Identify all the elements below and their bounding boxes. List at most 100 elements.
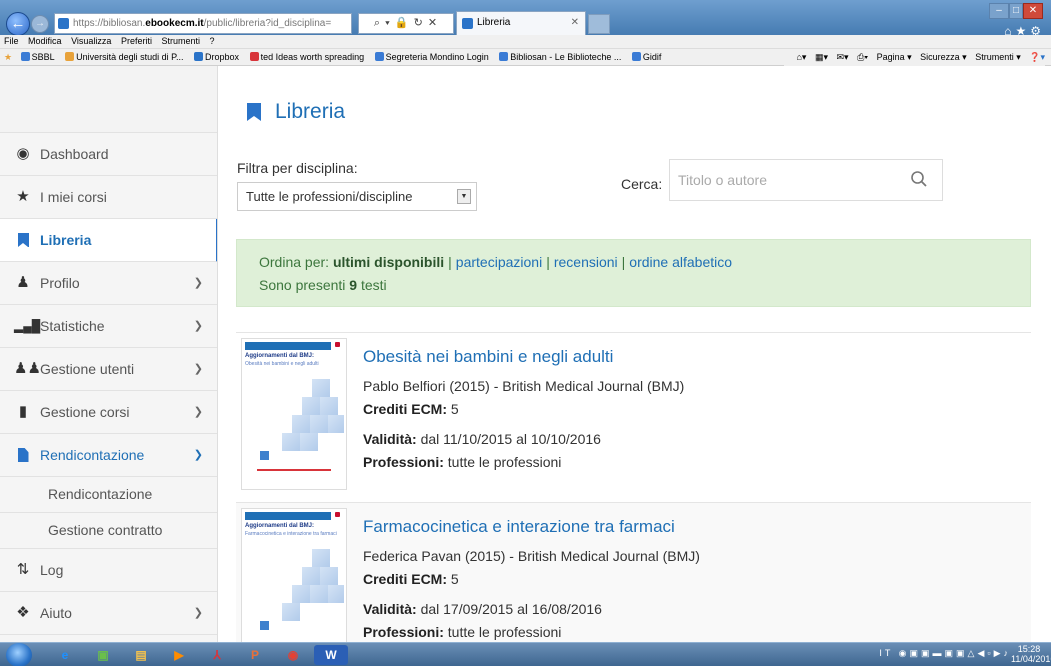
count-prefix: Sono presenti xyxy=(259,277,346,293)
sort-option-selected[interactable]: ultimi disponibili xyxy=(333,254,444,270)
cover-header: Aggiornamenti dal BMJ: xyxy=(245,523,315,529)
sidebar-item-gestione-utenti[interactable]: ♟♟ Gestione utenti ❯ xyxy=(0,348,217,391)
cmd-pagina[interactable]: Pagina ▾ xyxy=(877,52,912,62)
sidebar-item-aiuto[interactable]: ❖ Aiuto ❯ xyxy=(0,592,217,635)
sidebar-item-gestione-corsi[interactable]: ▮ Gestione corsi ❯ xyxy=(0,391,217,434)
sidebar-item-label: Gestione utenti xyxy=(40,361,135,377)
book-professions: Professioni: tutte le professioni xyxy=(363,454,561,470)
help-icon[interactable]: ❓▾ xyxy=(1029,52,1045,62)
sidebar-item-log[interactable]: ⇅ Log xyxy=(0,549,217,592)
sidebar-item-libreria[interactable]: Libreria xyxy=(0,219,217,262)
menu-visualizza[interactable]: Visualizza xyxy=(71,36,111,46)
fav-item[interactable]: Università degli studi di P... xyxy=(65,52,184,62)
fav-label: Università degli studi di P... xyxy=(76,52,184,62)
dropbox-icon xyxy=(194,52,204,61)
menu-preferiti[interactable]: Preferiti xyxy=(121,36,152,46)
tray-language[interactable]: IT xyxy=(879,648,893,658)
book-validity: Validità: dal 11/10/2015 al 10/10/2016 xyxy=(363,431,601,447)
fav-icon xyxy=(65,52,75,61)
menu-strumenti[interactable]: Strumenti xyxy=(161,36,200,46)
system-tray[interactable]: IT ◉▣▣▬▣▣△◀▫▶♪ xyxy=(879,648,1011,659)
discipline-select[interactable]: Tutte le professioni/discipline ▼ xyxy=(237,182,477,211)
back-button[interactable]: ← xyxy=(6,12,30,36)
page-title: Libreria xyxy=(245,100,345,124)
book-title-link[interactable]: Obesità nei bambini e negli adulti xyxy=(363,347,613,367)
address-bar[interactable]: https://bibliosan.ebookecm.it/public/lib… xyxy=(54,13,352,34)
maximize-button[interactable]: □ xyxy=(1009,3,1023,19)
menu-modifica[interactable]: Modifica xyxy=(28,36,62,46)
media-player-icon[interactable]: ▶ xyxy=(162,645,196,665)
print-icon[interactable]: ⎙▾ xyxy=(857,52,868,62)
tab-close-icon[interactable]: ✕ xyxy=(571,12,579,34)
chevron-down-icon: ❯ xyxy=(193,320,203,332)
sidebar-subitem-rendicontazione[interactable]: Rendicontazione xyxy=(0,477,217,513)
fav-item[interactable]: SBBL xyxy=(20,52,55,62)
sidebar-item-profilo[interactable]: ♟ Profilo ❯ xyxy=(0,262,217,305)
fav-label: SBBL xyxy=(31,52,55,62)
sidebar-item-dashboard[interactable]: ◉ Dashboard xyxy=(0,133,217,176)
fav-item[interactable]: ted Ideas worth spreading xyxy=(249,52,365,62)
bar-chart-icon: ▂▄█ xyxy=(14,319,41,333)
book-cover[interactable]: Aggiornamenti dal BMJ: Obesità nei bambi… xyxy=(241,338,347,490)
sort-option-partecipazioni[interactable]: partecipazioni xyxy=(456,254,542,270)
word-icon[interactable]: W xyxy=(314,645,348,665)
sidebar-item-rendicontazione[interactable]: Rendicontazione ❯ xyxy=(0,434,217,477)
search-input[interactable] xyxy=(678,170,898,190)
sort-option-recensioni[interactable]: recensioni xyxy=(554,254,618,270)
professions-value: tutte le professioni xyxy=(447,624,562,640)
cmd-sicurezza[interactable]: Sicurezza ▾ xyxy=(920,52,967,62)
sidebar-item-label: I miei corsi xyxy=(40,189,107,205)
sidebar-item-statistiche[interactable]: ▂▄█ Statistiche ❯ xyxy=(0,305,217,348)
mail-icon[interactable]: ✉▾ xyxy=(837,52,849,62)
sidebar-subitem-gestione-contratto[interactable]: Gestione contratto xyxy=(0,513,217,549)
cmd-strumenti[interactable]: Strumenti ▾ xyxy=(975,52,1021,62)
fav-item[interactable]: Dropbox xyxy=(194,52,239,62)
book-title-link[interactable]: Farmacocinetica e interazione tra farmac… xyxy=(363,517,675,537)
sidebar-item-miei-corsi[interactable]: ★ I miei corsi xyxy=(0,176,217,219)
menu-file[interactable]: File xyxy=(4,36,19,46)
acrobat-icon[interactable]: ⅄ xyxy=(200,645,234,665)
page-title-text: Libreria xyxy=(275,100,346,123)
home-page-icon[interactable]: ⌂▾ xyxy=(796,52,806,62)
address-tools[interactable]: ⌕ ▾ 🔒 ↻ ✕ xyxy=(358,13,454,34)
site-favicon-icon xyxy=(58,18,69,29)
book-professions: Professioni: tutte le professioni xyxy=(363,624,561,640)
fav-label: Dropbox xyxy=(205,52,240,62)
book-author: Pablo Belfiori (2015) - British Medical … xyxy=(363,378,685,394)
fav-item[interactable]: Bibliosan - Le Biblioteche ... xyxy=(499,52,621,62)
forward-button[interactable]: → xyxy=(31,15,49,33)
powerpoint-icon[interactable]: P xyxy=(238,645,272,665)
professions-label: Professioni: xyxy=(363,624,444,640)
tab-libreria[interactable]: Libreria ✕ xyxy=(456,11,586,35)
fav-label: ted Ideas worth spreading xyxy=(260,52,365,62)
window-close-button[interactable]: ✕ xyxy=(1023,3,1043,19)
clock[interactable]: 15:28 11/04/2016 xyxy=(1011,644,1051,664)
sort-prefix: Ordina per: xyxy=(259,254,330,270)
sidebar-item-label: Statistiche xyxy=(40,318,105,334)
book-cover[interactable]: Aggiornamenti dal BMJ: Farmacocinetica e… xyxy=(241,508,347,642)
sidebar-item-label: Gestione corsi xyxy=(40,404,130,420)
book-credits: Crediti ECM: 5 xyxy=(363,401,459,417)
dropdown-arrow-icon[interactable]: ▼ xyxy=(457,189,471,204)
new-tab-button[interactable] xyxy=(588,14,610,34)
ie-icon[interactable]: e xyxy=(48,645,82,665)
fav-item[interactable]: Segreteria Mondino Login xyxy=(374,52,489,62)
menu-help[interactable]: ? xyxy=(210,36,215,46)
command-bar: ⌂▾ ▦▾ ✉▾ ⎙▾ Pagina ▾ Sicurezza ▾ Strumen… xyxy=(784,49,1045,66)
fav-icon xyxy=(499,52,509,61)
explorer-icon[interactable]: ▤ xyxy=(124,645,158,665)
chevron-down-icon: ❯ xyxy=(193,607,203,619)
minimize-button[interactable]: – xyxy=(989,3,1009,19)
fav-item[interactable]: Gidif xyxy=(631,52,662,62)
start-button[interactable] xyxy=(6,643,32,666)
search-icon[interactable] xyxy=(910,170,928,188)
media-center-icon[interactable]: ▣ xyxy=(86,645,120,665)
sort-option-alfabetico[interactable]: ordine alfabetico xyxy=(629,254,732,270)
feeds-icon[interactable]: ▦▾ xyxy=(815,52,828,62)
sidebar-item-label: Libreria xyxy=(40,232,92,248)
clock-date: 11/04/2016 xyxy=(1011,654,1051,664)
fav-label: Gidif xyxy=(642,52,662,62)
chrome-icon[interactable]: ◉ xyxy=(276,645,310,665)
favorites-star-icon[interactable]: ★ xyxy=(4,52,12,62)
credits-value: 5 xyxy=(450,571,459,587)
